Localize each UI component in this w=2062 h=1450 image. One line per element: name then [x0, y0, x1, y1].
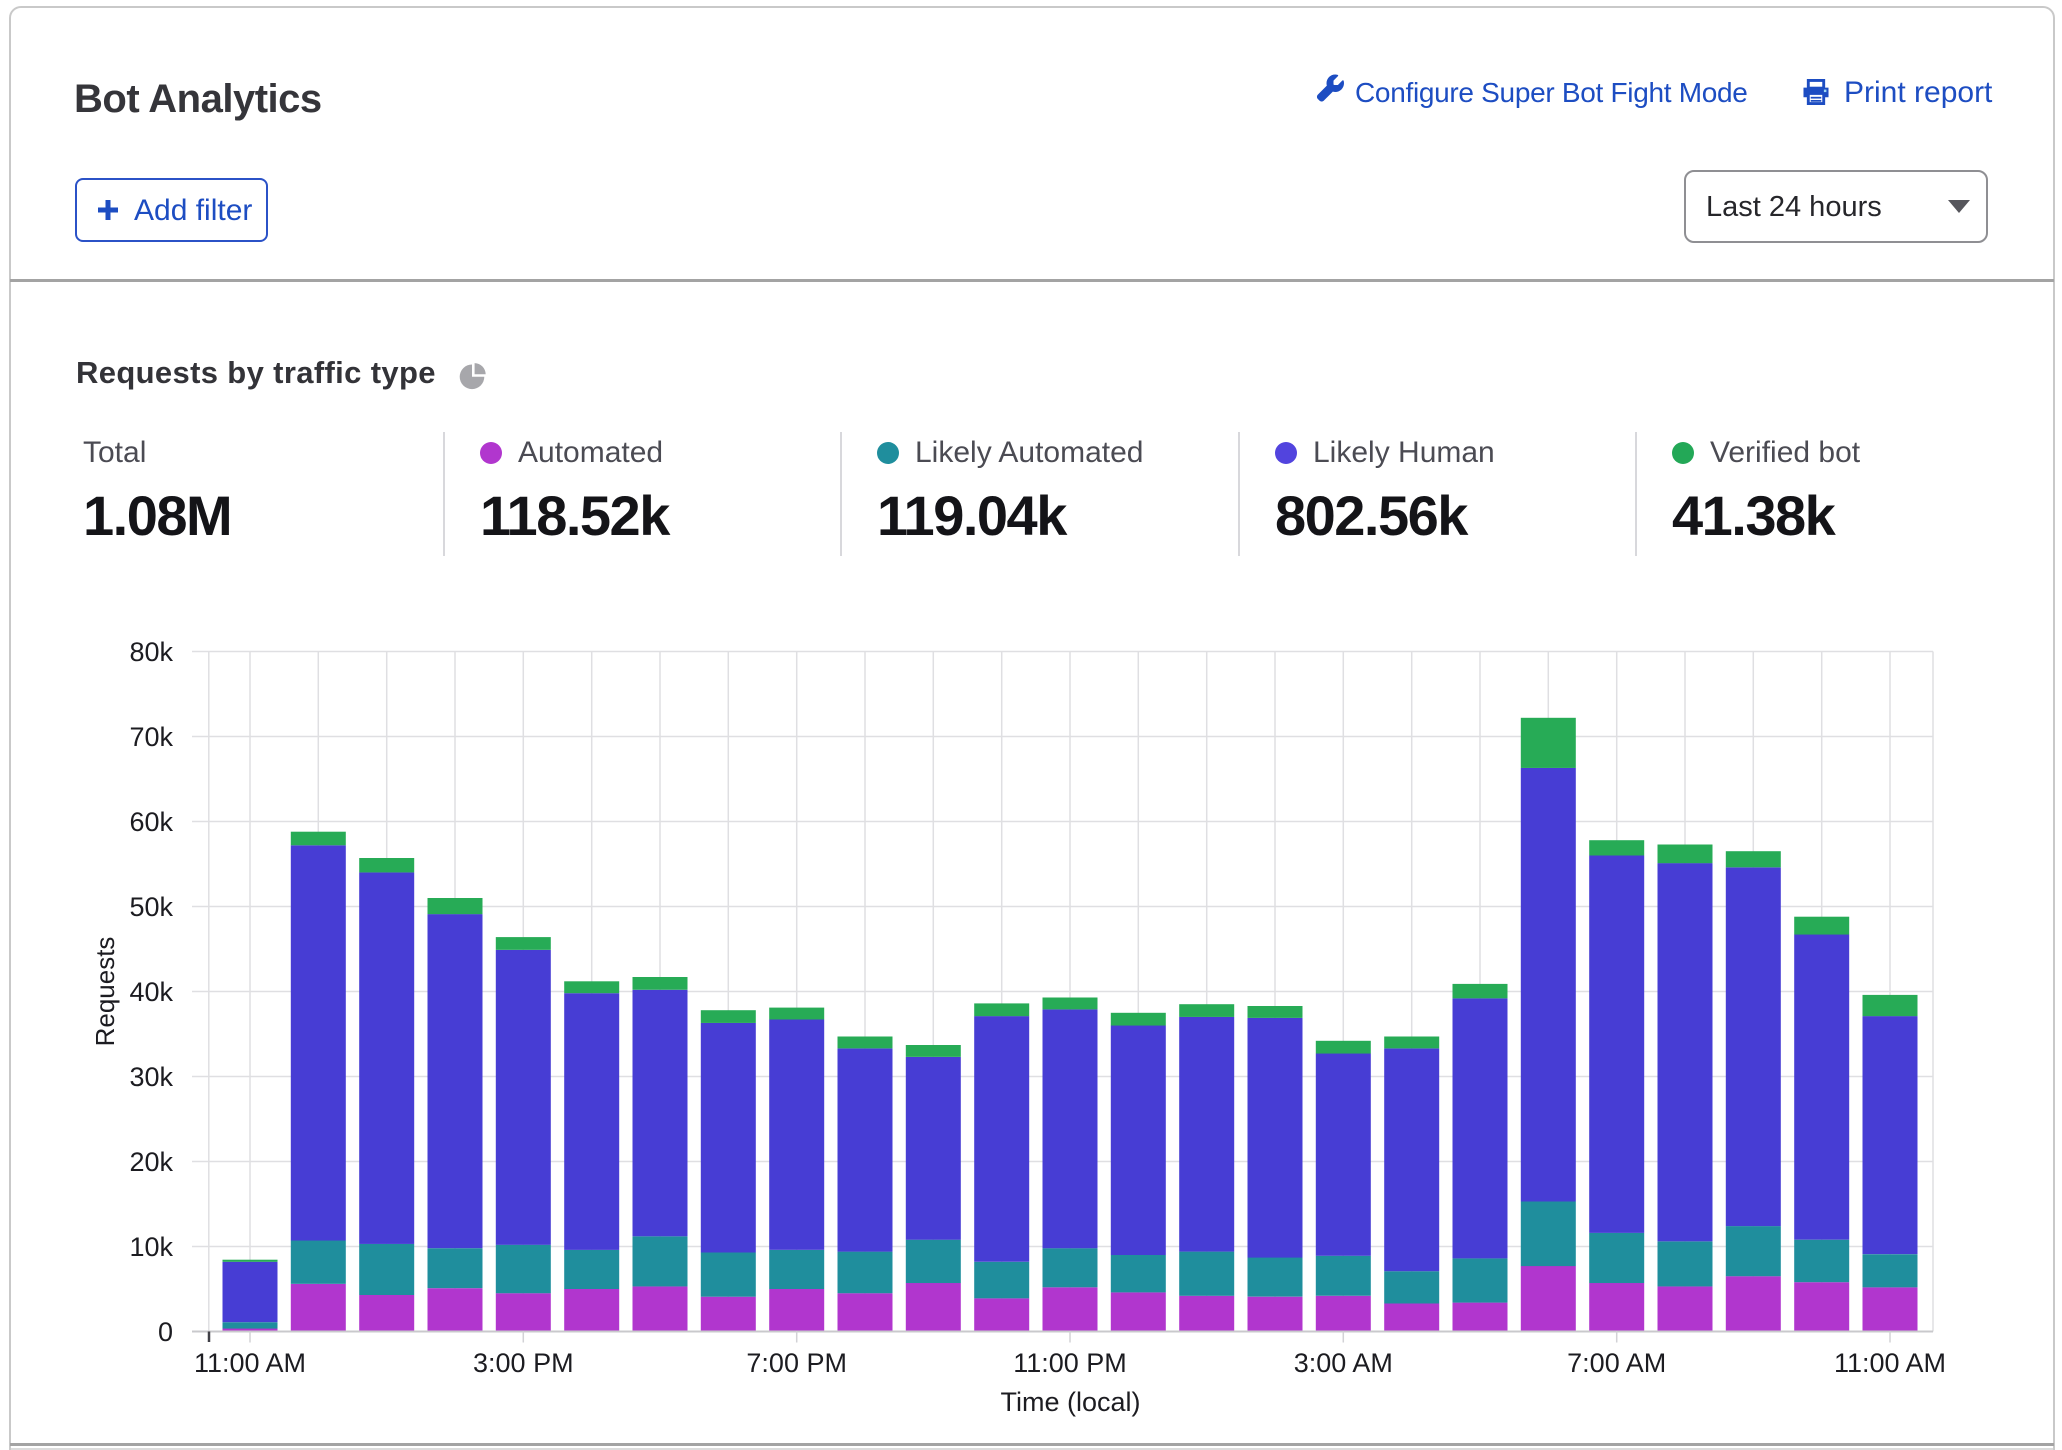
svg-text:Requests: Requests: [90, 937, 120, 1047]
svg-text:20k: 20k: [129, 1147, 173, 1177]
svg-text:11:00 AM: 11:00 AM: [194, 1348, 306, 1378]
svg-text:40k: 40k: [129, 977, 173, 1007]
svg-text:80k: 80k: [129, 637, 173, 667]
svg-text:60k: 60k: [129, 807, 173, 837]
svg-text:30k: 30k: [129, 1062, 173, 1092]
svg-text:70k: 70k: [129, 722, 173, 752]
svg-text:50k: 50k: [129, 892, 173, 922]
svg-text:Time (local): Time (local): [1000, 1387, 1140, 1417]
svg-text:0: 0: [158, 1317, 173, 1347]
svg-text:3:00 PM: 3:00 PM: [473, 1348, 574, 1378]
svg-text:11:00 PM: 11:00 PM: [1013, 1348, 1127, 1378]
svg-text:10k: 10k: [129, 1232, 173, 1262]
svg-text:3:00 AM: 3:00 AM: [1294, 1348, 1393, 1378]
svg-text:11:00 AM: 11:00 AM: [1834, 1348, 1946, 1378]
svg-text:7:00 PM: 7:00 PM: [746, 1348, 847, 1378]
svg-text:7:00 AM: 7:00 AM: [1567, 1348, 1666, 1378]
